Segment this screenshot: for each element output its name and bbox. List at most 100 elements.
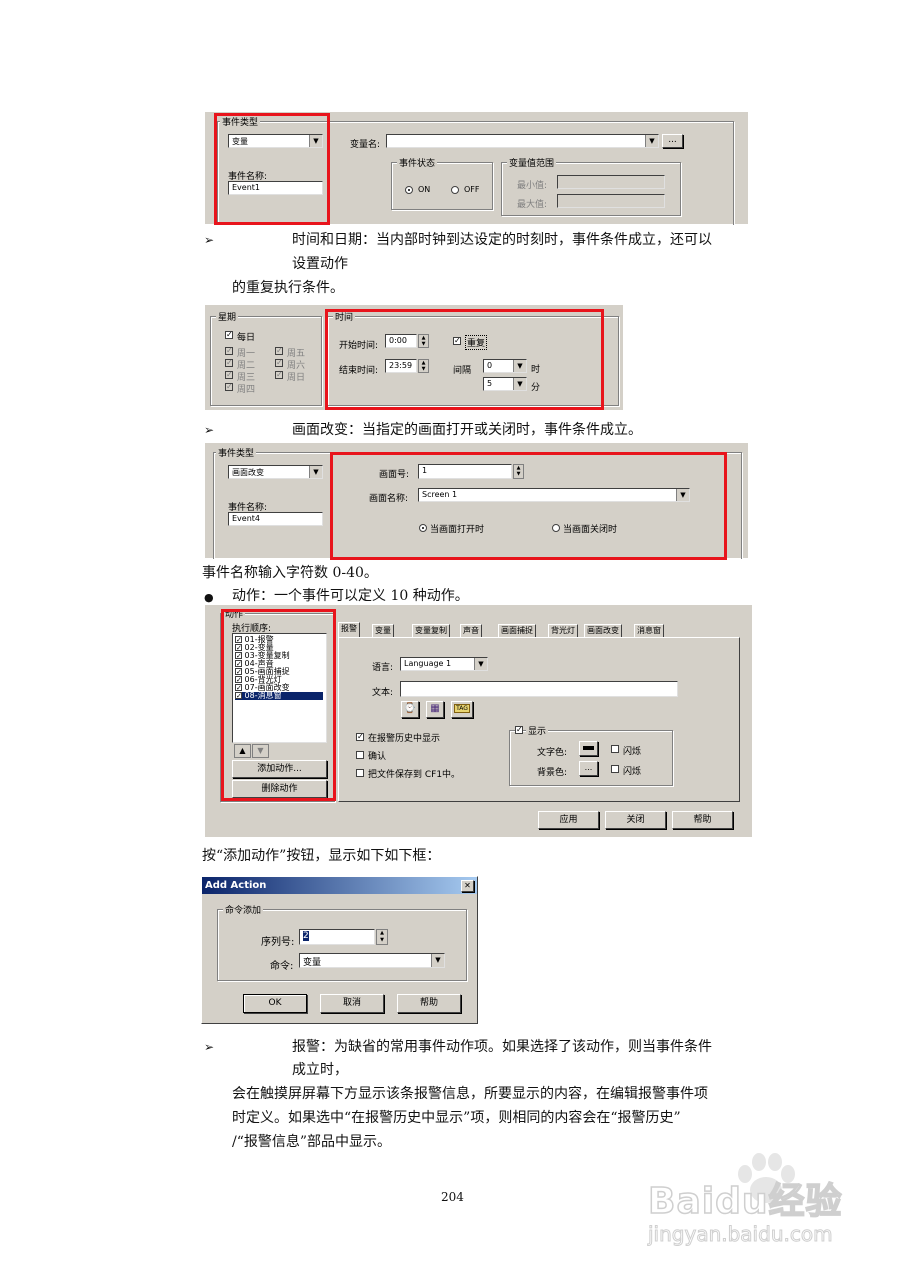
ok-button[interactable]: OK — [243, 994, 307, 1013]
fig2-day-checkbox: ✓ — [225, 370, 233, 379]
table-icon[interactable]: ▦ — [426, 701, 444, 718]
fig2-day-label: 周四 — [237, 385, 256, 395]
chevron-down-icon[interactable]: ▼ — [645, 135, 658, 147]
fig1-on-label: ON — [418, 185, 431, 194]
fig1-off-radio[interactable] — [451, 186, 459, 194]
fig4-confirm-label: 确认 — [368, 752, 387, 762]
close-button[interactable]: 关闭 — [605, 811, 666, 829]
fig3-type-value: 画面改变 — [232, 468, 264, 477]
fig4-show-label: 显示 — [526, 724, 549, 737]
fg-color-swatch[interactable] — [579, 741, 598, 756]
fig5-cmd-label: 命令: — [270, 961, 294, 972]
fig4-lang-value: Language 1 — [404, 659, 452, 668]
p4-line1: 按“添加动作”按钮，显示如下如下框： — [202, 848, 441, 864]
fig4-confirm-checkbox[interactable] — [356, 751, 364, 759]
p1-line3: 的重复执行条件。 — [232, 280, 344, 296]
p2-line1: 画面改变：当指定的画面打开或关闭时，事件条件成立。 — [292, 422, 642, 438]
fig1-max-input — [557, 194, 665, 208]
fig2-every-day-checkbox[interactable]: ✓ — [225, 331, 233, 339]
fig4-history-label: 在报警历史中显示 — [368, 734, 441, 744]
chevron-down-icon[interactable]: ▼ — [431, 954, 444, 967]
fig4-text-input[interactable] — [400, 681, 678, 697]
p1-line2: 设置动作 — [292, 256, 348, 272]
tab-screen-capture[interactable]: 画面捕捉 — [498, 624, 536, 637]
fig2-day-checkbox: ✓ — [225, 358, 233, 367]
tab-variable[interactable]: 变量 — [372, 624, 394, 637]
page-number: 204 — [441, 1190, 464, 1204]
watermark-brand: Baidu经验 — [647, 1180, 843, 1223]
fig1-var-name-label: 变量名: — [350, 140, 381, 150]
fig4-lang-combo[interactable]: Language 1 ▼ — [400, 657, 488, 671]
fig2-day-checkbox: ✓ — [275, 346, 283, 355]
tab-alarm[interactable]: 报警 — [338, 622, 360, 637]
chevron-down-icon[interactable]: ▼ — [309, 466, 322, 478]
fig3-event-type-label: 事件类型 — [216, 446, 257, 459]
fig5-seq-input[interactable]: 2 — [299, 929, 375, 945]
p5-line1: 报警：为缺省的常用事件动作项。如果选择了该动作，则当事件条件 — [292, 1039, 712, 1055]
p5-line2: 成立时， — [292, 1062, 348, 1078]
fig4-save-label: 把文件保存到 CF1中。 — [368, 770, 461, 780]
fig4-save-checkbox[interactable] — [356, 769, 364, 777]
fig2-every-day-label: 每日 — [237, 333, 256, 343]
tag-icon[interactable]: TAG — [451, 701, 473, 718]
help-button[interactable]: 帮助 — [397, 994, 461, 1013]
fig1-event-state-label: 事件状态 — [397, 156, 438, 169]
fig1-min-input — [557, 175, 665, 189]
fig4-text-label: 文本: — [372, 688, 394, 698]
fig5-seq-spinner[interactable]: ▲ ▼ — [376, 929, 388, 945]
fig2-day-checkbox: ✓ — [225, 346, 233, 355]
fig4-show-group — [509, 730, 673, 786]
bg-color-button[interactable]: ... — [579, 761, 598, 776]
fig4-history-checkbox[interactable]: ✓ — [356, 733, 364, 741]
fig5-cmd-value: 变量 — [303, 958, 322, 968]
fig3-event-name-input[interactable]: Event4 — [228, 512, 323, 526]
fig2-day-checkbox: ✓ — [275, 358, 283, 367]
fg-color-fill — [583, 746, 594, 750]
tab-sound[interactable]: 声音 — [460, 624, 482, 637]
p3-line1: 事件名称输入字符数 0-40。 — [202, 565, 378, 581]
fig5-title: Add Action — [205, 880, 267, 891]
close-icon[interactable]: ✕ — [461, 880, 474, 892]
fig1-min-label: 最小值: — [517, 181, 548, 191]
clock-icon[interactable]: ⌚ — [401, 701, 419, 718]
fig1-var-name-combo[interactable]: ▼ — [386, 134, 659, 148]
fig4-bg-label: 背景色: — [537, 768, 568, 778]
fig1-range-label: 变量值范围 — [507, 156, 557, 169]
fig2-day-label: 周日 — [287, 373, 306, 383]
fig5-seq-label: 序列号: — [261, 937, 295, 948]
fig5-command-group: 命令添加 — [217, 903, 467, 981]
fig5-cmd-combo[interactable]: 变量 ▼ — [299, 953, 445, 968]
fig5-seq-value: 2 — [303, 931, 309, 941]
fig4-lang-label: 语言: — [372, 663, 394, 673]
fig4-bg-blink-checkbox[interactable] — [611, 765, 619, 773]
watermark-url: jingyan.baidu.com — [648, 1222, 834, 1247]
fig2-day-checkbox: ✓ — [275, 370, 283, 379]
tab-screen-change[interactable]: 画面改变 — [584, 624, 622, 637]
apply-button[interactable]: 应用 — [538, 811, 599, 829]
fig2-day-checkbox: ✓ — [225, 382, 233, 391]
fig3-highlight-box — [330, 452, 727, 560]
fig4-fg-blink-checkbox[interactable] — [611, 745, 619, 753]
tab-message[interactable]: 消息窗 — [634, 624, 664, 637]
fig1-highlight-box — [214, 113, 330, 225]
chevron-down-icon[interactable]: ▼ — [474, 658, 487, 670]
tab-backlight[interactable]: 背光灯 — [548, 624, 578, 637]
p3-line2: 动作：一个事件可以定义 10 种动作。 — [232, 588, 469, 604]
help-button[interactable]: 帮助 — [672, 811, 733, 829]
p1-line1: 时间和日期：当内部时钟到达设定的时刻时，事件条件成立，还可以 — [292, 232, 712, 248]
cancel-button[interactable]: 取消 — [320, 994, 384, 1013]
fig5-add-action-dialog: Add Action ✕ 命令添加 序列号: 2 ▲ ▼ 命令: 变量 ▼ OK … — [201, 876, 478, 1024]
fig3-type-combo[interactable]: 画面改变 ▼ — [228, 465, 323, 479]
fig1-max-label: 最大值: — [517, 200, 548, 210]
fig1-browse-button[interactable]: ... — [662, 134, 683, 148]
fig4-show-checkbox[interactable]: ✓ — [515, 726, 523, 734]
fig5-command-label: 命令添加 — [223, 903, 264, 916]
p2-bullet: ➢ — [204, 423, 215, 437]
fig4-tab-strip: 报警 变量 变量复制 声音 画面捕捉 背光灯 画面改变 消息窗 — [338, 622, 748, 638]
fig1-on-radio[interactable] — [405, 186, 413, 194]
p5-bullet: ➢ — [204, 1040, 215, 1054]
p5-line3: 会在触摸屏屏幕下方显示该条报警信息，所要显示的内容，在编辑报警事件项 — [232, 1086, 708, 1102]
fig2-week-label: 星期 — [216, 310, 239, 323]
fig4-fg-label: 文字色: — [537, 748, 568, 758]
tab-variable-copy[interactable]: 变量复制 — [412, 624, 450, 637]
